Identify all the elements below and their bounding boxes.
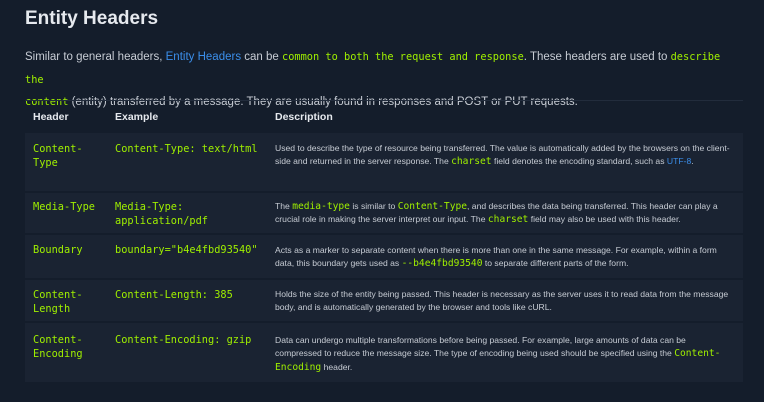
description-cell: Used to describe the type of resource be… bbox=[275, 142, 733, 169]
header-cell: Content- Encoding bbox=[33, 333, 105, 361]
desc-text: . bbox=[691, 156, 694, 167]
desc-text: The bbox=[275, 201, 293, 211]
desc-code: charset bbox=[451, 156, 492, 168]
header-name-line: Type bbox=[33, 157, 58, 169]
example-line: boundary="b4e4fbd93540" bbox=[115, 244, 258, 256]
desc-text: field may also be used with this header. bbox=[528, 214, 681, 225]
desc-code: charset bbox=[487, 214, 529, 226]
desc-text: to separate different parts of the form. bbox=[482, 258, 629, 269]
example-line: Media-Type: bbox=[115, 201, 184, 213]
table-row: Boundary boundary="b4e4fbd93540" Acts as… bbox=[25, 235, 743, 278]
desc-text: Holds the size of the entity being passe… bbox=[275, 289, 729, 313]
example-line: Content-Encoding: gzip bbox=[115, 334, 252, 346]
intro-text: Similar to general headers, bbox=[25, 51, 166, 63]
desc-text: field denotes the encoding standard, suc… bbox=[491, 156, 667, 167]
utf8-link[interactable]: UTF-8 bbox=[667, 156, 691, 166]
header-name-line: Content- bbox=[33, 289, 83, 301]
description-cell: Holds the size of the entity being passe… bbox=[275, 288, 733, 315]
description-cell: Acts as a marker to separate content whe… bbox=[275, 244, 733, 271]
desc-text: header. bbox=[321, 361, 353, 372]
desc-text: is similar to bbox=[349, 201, 398, 211]
intro-text: . These headers are used to bbox=[523, 51, 671, 63]
table-row: Content- Length Content-Length: 385 Hold… bbox=[25, 280, 743, 321]
header-cell: Boundary bbox=[33, 243, 105, 257]
desc-code: --b4e4fbd93540 bbox=[401, 258, 483, 270]
header-name-line: Length bbox=[33, 303, 71, 315]
column-header-header: Header bbox=[33, 111, 69, 123]
desc-code: media-type bbox=[292, 201, 350, 212]
header-cell: Content- Length bbox=[33, 288, 105, 316]
table-row: Content- Encoding Content-Encoding: gzip… bbox=[25, 323, 743, 382]
example-cell: Content-Length: 385 bbox=[115, 288, 270, 302]
page-title: Entity Headers bbox=[25, 8, 159, 29]
intro-code: common to both the request and response bbox=[282, 51, 524, 63]
header-name-line: Encoding bbox=[33, 348, 83, 360]
example-line: Content-Type: text/html bbox=[115, 143, 258, 155]
example-line: Content-Length: 385 bbox=[115, 289, 233, 301]
example-line: application/pdf bbox=[115, 215, 208, 227]
column-header-description: Description bbox=[275, 111, 333, 123]
table-row: Content- Type Content-Type: text/html Us… bbox=[25, 133, 743, 191]
example-cell: boundary="b4e4fbd93540" bbox=[115, 243, 270, 257]
header-cell: Content- Type bbox=[33, 142, 105, 170]
header-name-line: Media-Type bbox=[33, 201, 95, 213]
description-cell: Data can undergo multiple transformation… bbox=[275, 334, 733, 374]
table-row: Media-Type Media-Type: application/pdf T… bbox=[25, 193, 743, 233]
header-name-line: Boundary bbox=[33, 244, 83, 256]
header-name-line: Content- bbox=[33, 334, 83, 346]
intro-text: can be bbox=[241, 51, 282, 63]
header-cell: Media-Type bbox=[33, 200, 105, 214]
table-header-row: Header Example Description bbox=[25, 100, 743, 132]
example-cell: Content-Encoding: gzip bbox=[115, 333, 270, 347]
example-cell: Content-Type: text/html bbox=[115, 142, 270, 156]
column-header-example: Example bbox=[115, 111, 159, 123]
description-cell: The media-type is similar to Content-Typ… bbox=[275, 200, 733, 227]
entity-headers-link[interactable]: Entity Headers bbox=[166, 51, 241, 63]
desc-text: Data can undergo multiple transformation… bbox=[275, 335, 686, 359]
desc-code: Content-Type bbox=[397, 201, 468, 212]
example-cell: Media-Type: application/pdf bbox=[115, 200, 270, 228]
header-name-line: Content- bbox=[33, 143, 83, 155]
